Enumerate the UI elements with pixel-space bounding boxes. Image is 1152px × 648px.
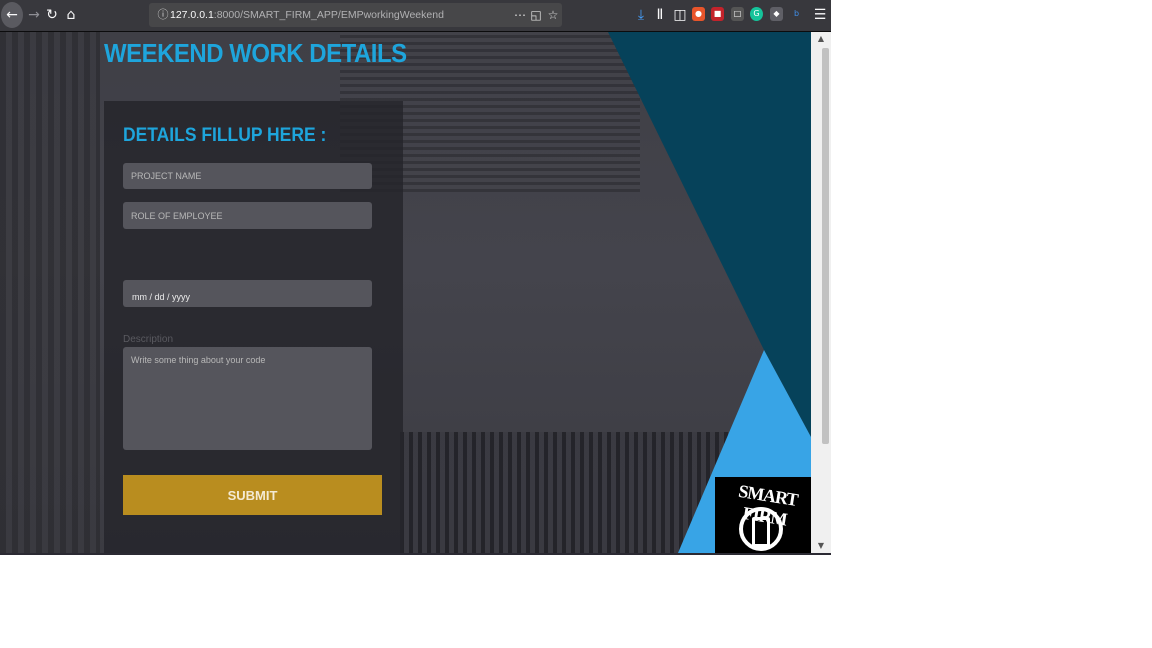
bing-icon[interactable]: b [790,7,803,21]
url-text: 127.0.0.1:8000/SMART_FIRM_APP/EMPworking… [170,3,444,27]
form-panel: DETAILS FILLUP HERE : mm / dd / yyyy Des… [104,101,403,553]
submit-button[interactable]: SUBMIT [123,475,382,515]
vertical-scrollbar[interactable]: ▲ ▼ [811,32,831,553]
page-title: WEEKEND WORK DETAILS [104,38,407,68]
window-bottom-edge [0,553,831,555]
form-heading: DETAILS FILLUP HERE : [123,125,327,146]
star-icon[interactable]: ☆ [545,5,561,25]
hamburger-menu-icon[interactable]: ☰ [810,5,830,25]
browser-window: ← → ↻ ⌂ ⓘ 127.0.0.1:8000/SMART_FIRM_APP/… [0,0,831,555]
date-input[interactable]: mm / dd / yyyy [123,280,372,307]
extension-icon[interactable]: ◆ [770,7,783,21]
briefcase-icon [752,517,770,547]
browser-toolbar: ← → ↻ ⌂ ⓘ 127.0.0.1:8000/SMART_FIRM_APP/… [0,0,831,32]
background-building [0,32,100,553]
extension-icon[interactable]: ■ [711,7,724,21]
pocket-icon[interactable]: ◱ [528,5,544,25]
project-name-input[interactable] [123,163,372,189]
reload-icon[interactable]: ↻ [42,5,62,25]
url-path: :8000/SMART_FIRM_APP/EMPworkingWeekend [213,9,444,21]
home-icon[interactable]: ⌂ [61,5,81,25]
description-textarea[interactable] [123,347,372,450]
more-actions-icon[interactable]: ⋯ [512,5,528,25]
description-label: Description [123,334,174,345]
background-building [400,432,730,553]
library-icon[interactable]: Ⅱ [650,5,670,25]
date-placeholder: mm / dd / yyyy [132,292,191,302]
scroll-up-icon[interactable]: ▲ [811,32,831,46]
smart-firm-logo: SMART FIRM [715,477,811,553]
extension-icon[interactable]: ● [692,7,705,21]
address-bar[interactable]: ⓘ 127.0.0.1:8000/SMART_FIRM_APP/EMPworki… [149,3,562,27]
forward-arrow-icon[interactable]: → [24,5,44,25]
download-icon[interactable]: ⤓ [631,5,651,25]
scroll-down-icon[interactable]: ▼ [811,539,831,553]
sidebar-icon[interactable]: ◫ [670,5,690,25]
employee-role-input[interactable] [123,202,372,229]
url-host: 127.0.0.1 [170,9,214,21]
page-viewport: WEEKEND WORK DETAILS DETAILS FILLUP HERE… [0,32,811,553]
back-arrow-icon[interactable]: ← [1,2,23,28]
extension-icon[interactable]: □ [731,7,744,21]
grammarly-icon[interactable]: G [750,7,763,21]
scrollbar-thumb[interactable] [822,48,829,444]
